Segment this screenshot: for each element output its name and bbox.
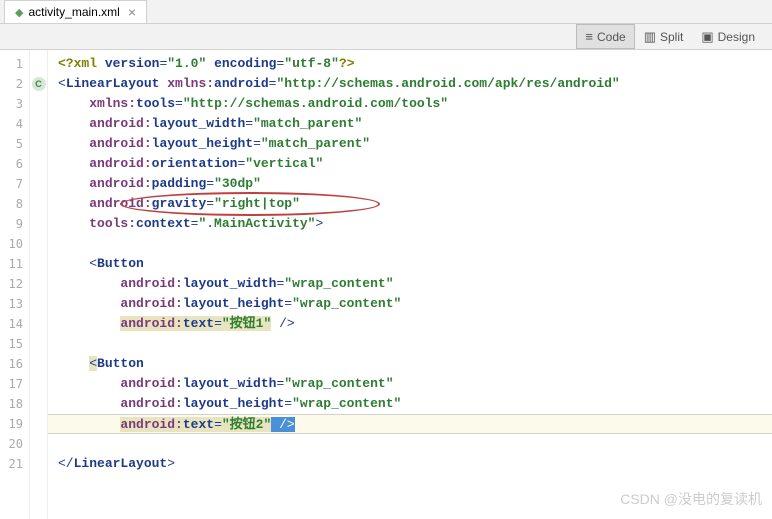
- code-line: <Button: [48, 254, 772, 274]
- close-icon[interactable]: ×: [128, 4, 136, 20]
- code-line: </LinearLayout>: [48, 454, 772, 474]
- split-view-icon: ▥: [644, 29, 656, 45]
- code-area[interactable]: <?xml version="1.0" encoding="utf-8"?> <…: [48, 50, 772, 519]
- code-line: <?xml version="1.0" encoding="utf-8"?>: [48, 54, 772, 74]
- design-view-icon: ▣: [701, 29, 713, 45]
- code-line: tools:context=".MainActivity">: [48, 214, 772, 234]
- code-line: android:text="按钮1" />: [48, 314, 772, 334]
- class-gutter-icon[interactable]: C: [32, 77, 46, 91]
- file-tab[interactable]: ◆ activity_main.xml ×: [4, 0, 147, 23]
- code-line: android:layout_height="wrap_content": [48, 294, 772, 314]
- tab-bar: ◆ activity_main.xml ×: [0, 0, 772, 24]
- split-view-button[interactable]: ▥ Split: [635, 24, 693, 50]
- view-mode-bar: ≡ Code ▥ Split ▣ Design: [0, 24, 772, 50]
- code-line-current: android:text="按钮2" />: [48, 414, 772, 434]
- code-line: android:layout_height="match_parent": [48, 134, 772, 154]
- code-line: android:layout_width="wrap_content": [48, 374, 772, 394]
- code-line: android:layout_width="match_parent": [48, 114, 772, 134]
- tab-filename: activity_main.xml: [28, 5, 119, 19]
- annotation-gutter: C: [30, 50, 48, 519]
- code-line: android:layout_height="wrap_content": [48, 394, 772, 414]
- xml-file-icon: ◆: [15, 6, 23, 19]
- line-number-gutter: 1 2 3 4 5 6 7 8 9 10 11 12 13 14 15 16 1…: [0, 50, 30, 519]
- code-line: [48, 234, 772, 254]
- code-line: xmlns:tools="http://schemas.android.com/…: [48, 94, 772, 114]
- code-line: android:orientation="vertical": [48, 154, 772, 174]
- code-view-button[interactable]: ≡ Code: [576, 24, 634, 49]
- code-line: android:padding="30dp": [48, 174, 772, 194]
- code-line: <LinearLayout xmlns:android="http://sche…: [48, 74, 772, 94]
- code-line: <Button: [48, 354, 772, 374]
- code-view-icon: ≡: [585, 29, 593, 44]
- code-line: android:layout_width="wrap_content": [48, 274, 772, 294]
- code-line: android:gravity="right|top": [48, 194, 772, 214]
- code-line: [48, 334, 772, 354]
- code-line: [48, 434, 772, 454]
- design-view-button[interactable]: ▣ Design: [692, 24, 764, 50]
- editor: 1 2 3 4 5 6 7 8 9 10 11 12 13 14 15 16 1…: [0, 50, 772, 519]
